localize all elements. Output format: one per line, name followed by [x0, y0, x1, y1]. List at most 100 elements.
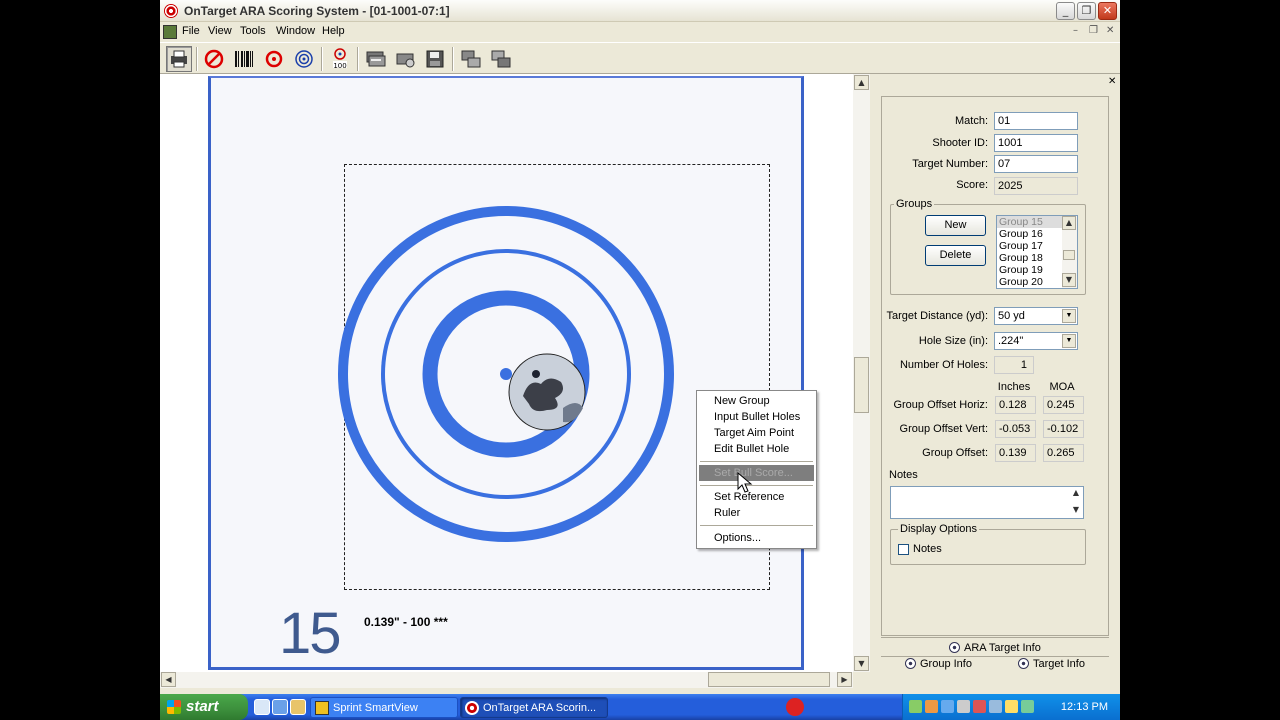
system-tray: 12:13 PM: [902, 694, 1120, 720]
notes-checkbox[interactable]: [898, 544, 909, 555]
app-target-icon: [164, 4, 178, 18]
horizontal-scrollbar[interactable]: ◀ ▶: [160, 672, 853, 688]
new-group-button[interactable]: New: [925, 215, 986, 236]
printer-icon[interactable]: [166, 46, 192, 72]
tray-network-icon[interactable]: [909, 700, 922, 713]
offset-vert-label: Group Offset Vert:: [899, 423, 988, 435]
hole-size-select[interactable]: .224" ▼: [994, 332, 1078, 350]
notes-scroll-up-icon[interactable]: ▲: [1069, 487, 1083, 501]
no-entry-icon[interactable]: [201, 46, 227, 72]
menu-tools[interactable]: Tools: [240, 25, 266, 37]
vertical-scrollbar[interactable]: ▲ ▼: [853, 74, 870, 672]
save-icon[interactable]: [422, 46, 448, 72]
internet-explorer-icon[interactable]: [272, 699, 288, 715]
delete-group-button[interactable]: Delete: [925, 245, 986, 266]
target-distance-select[interactable]: 50 yd ▼: [994, 307, 1078, 325]
tab-ara-target-info[interactable]: ARA Target Info: [949, 642, 1041, 654]
media-player-icon[interactable]: [290, 699, 306, 715]
mouse-cursor-icon: [737, 472, 753, 493]
match-field[interactable]: 01: [994, 112, 1078, 130]
list-down-arrow-icon[interactable]: ▼: [1062, 273, 1076, 287]
show-desktop-icon[interactable]: [254, 699, 270, 715]
group-list[interactable]: Group 15 Group 16 Group 17 Group 18 Grou…: [996, 215, 1078, 289]
barcode-icon[interactable]: [231, 46, 257, 72]
clock: 12:13 PM: [1060, 701, 1108, 713]
target-card: 15 0.139" - 100 ***: [208, 76, 804, 670]
menu-input-bullet-holes[interactable]: Input Bullet Holes: [699, 409, 814, 425]
scroll-left-arrow-icon[interactable]: ◀: [161, 672, 176, 687]
svg-text:100: 100: [333, 62, 346, 70]
menu-help[interactable]: Help: [322, 25, 345, 37]
minimize-button[interactable]: _: [1056, 2, 1075, 20]
horizontal-scroll-thumb[interactable]: [708, 672, 830, 687]
menu-file[interactable]: File: [182, 25, 200, 37]
tray-usb-icon[interactable]: [957, 700, 970, 713]
shooter-id-field[interactable]: 1001: [994, 134, 1078, 152]
moa-column-header: MOA: [1049, 381, 1075, 393]
score-100-icon[interactable]: 100: [327, 46, 353, 72]
menu-target-aim-point[interactable]: Target Aim Point: [699, 425, 814, 441]
ontarget-app-icon: [465, 701, 479, 715]
red-target-icon[interactable]: [261, 46, 287, 72]
target-number-field[interactable]: 07: [994, 155, 1078, 173]
menu-options[interactable]: Options...: [699, 530, 814, 546]
scroll-up-arrow-icon[interactable]: ▲: [854, 75, 869, 90]
tray-security-icon[interactable]: [925, 700, 938, 713]
start-button[interactable]: start: [160, 694, 248, 720]
close-button[interactable]: ✕: [1098, 2, 1117, 20]
chevron-down-icon[interactable]: ▼: [1062, 334, 1076, 348]
score-label: Score:: [956, 179, 988, 191]
tray-antivirus-icon[interactable]: [973, 700, 986, 713]
scroll-down-arrow-icon[interactable]: ▼: [854, 656, 869, 671]
menu-new-group[interactable]: New Group: [699, 393, 814, 409]
mdi-close-button[interactable]: ✕: [1106, 25, 1114, 36]
vertical-scroll-thumb[interactable]: [854, 357, 869, 413]
target-view[interactable]: 15 0.139" - 100 ***: [160, 74, 853, 672]
panel-close-icon[interactable]: ✕: [1108, 76, 1116, 87]
task-ontarget-ara[interactable]: OnTarget ARA Scorin...: [460, 697, 608, 718]
notes-textarea[interactable]: ▲ ▼: [890, 486, 1084, 519]
tray-display-icon[interactable]: [989, 700, 1002, 713]
group-list-scrollbar[interactable]: ▲ ▼: [1062, 216, 1077, 288]
menu-ruler[interactable]: Ruler: [699, 505, 814, 521]
menu-window[interactable]: Window: [276, 25, 315, 37]
paste-targets-icon[interactable]: [488, 46, 514, 72]
restore-button[interactable]: ❐: [1077, 2, 1096, 20]
menu-set-bull-score[interactable]: Set Bull Score...: [699, 465, 814, 481]
group-offset-label: Group Offset:: [922, 447, 988, 459]
tray-messenger-icon[interactable]: [1021, 700, 1034, 713]
toolbar: 100: [160, 42, 1120, 74]
menu-set-reference[interactable]: Set Reference: [699, 489, 814, 505]
score-field: 2025: [994, 177, 1078, 195]
target-rings: [338, 206, 674, 542]
scan-settings-icon[interactable]: [393, 46, 419, 72]
record-stop-icon[interactable]: [786, 698, 804, 716]
window-title: OnTarget ARA Scoring System - [01-1001-0…: [184, 4, 450, 18]
notes-checkbox-label: Notes: [913, 543, 942, 555]
target-distance-label: Target Distance (yd):: [886, 310, 988, 322]
tab-target-info[interactable]: Target Info: [1018, 658, 1085, 670]
menu-view[interactable]: View: [208, 25, 232, 37]
tab-group-info[interactable]: Group Info: [905, 658, 972, 670]
tray-volume-icon[interactable]: [941, 700, 954, 713]
offset-horiz-moa: 0.245: [1043, 396, 1084, 414]
mdi-minimize-button[interactable]: –: [1073, 25, 1078, 36]
document-icon[interactable]: [163, 25, 177, 39]
title-bar[interactable]: OnTarget ARA Scoring System - [01-1001-0…: [160, 0, 1120, 22]
mdi-restore-button[interactable]: ❐: [1089, 25, 1098, 36]
scroll-right-arrow-icon[interactable]: ▶: [837, 672, 852, 687]
copy-targets-icon[interactable]: [458, 46, 484, 72]
number-of-holes-label: Number Of Holes:: [899, 359, 988, 371]
taskbar: start Sprint SmartView OnTarget ARA Scor…: [160, 694, 1120, 720]
menu-bar: File View Tools Window Help – ❐ ✕: [160, 22, 1120, 42]
chevron-down-icon[interactable]: ▼: [1062, 309, 1076, 323]
blue-target-icon[interactable]: [291, 46, 317, 72]
scan-stack-icon[interactable]: [363, 46, 389, 72]
task-sprint-smartview[interactable]: Sprint SmartView: [310, 697, 458, 718]
tray-update-icon[interactable]: [1005, 700, 1018, 713]
list-scroll-thumb[interactable]: [1063, 250, 1075, 260]
list-up-arrow-icon[interactable]: ▲: [1062, 216, 1076, 230]
notes-scroll-down-icon[interactable]: ▼: [1069, 504, 1083, 518]
windows-logo-icon: [167, 700, 181, 714]
menu-edit-bullet-hole[interactable]: Edit Bullet Hole: [699, 441, 814, 457]
